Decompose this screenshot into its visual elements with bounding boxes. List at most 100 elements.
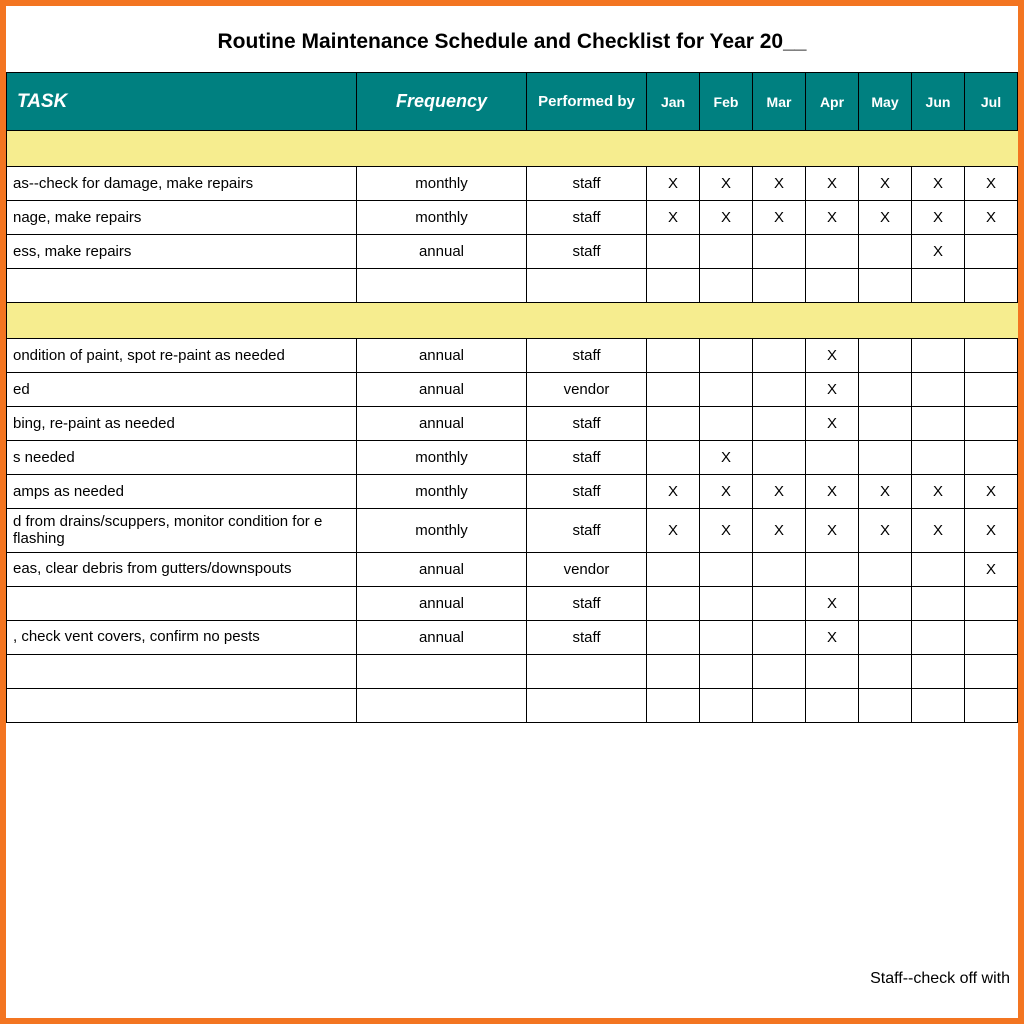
month-cell[interactable]: [700, 688, 753, 722]
month-cell[interactable]: [1018, 201, 1024, 235]
month-cell[interactable]: [647, 269, 700, 303]
month-cell[interactable]: [647, 586, 700, 620]
month-cell[interactable]: [647, 339, 700, 373]
month-cell[interactable]: X: [806, 373, 859, 407]
month-cell[interactable]: [965, 441, 1018, 475]
month-cell[interactable]: X: [859, 201, 912, 235]
month-cell[interactable]: [700, 339, 753, 373]
month-cell[interactable]: [806, 269, 859, 303]
month-cell[interactable]: [1018, 373, 1024, 407]
month-cell[interactable]: [1018, 339, 1024, 373]
month-cell[interactable]: [965, 373, 1018, 407]
month-cell[interactable]: [965, 654, 1018, 688]
month-cell[interactable]: [965, 339, 1018, 373]
month-cell[interactable]: X: [806, 339, 859, 373]
month-cell[interactable]: [647, 441, 700, 475]
month-cell[interactable]: X: [700, 475, 753, 509]
month-cell[interactable]: X: [806, 509, 859, 553]
month-cell[interactable]: [859, 688, 912, 722]
month-cell[interactable]: [700, 654, 753, 688]
month-cell[interactable]: [1018, 509, 1024, 553]
month-cell[interactable]: X: [647, 167, 700, 201]
month-cell[interactable]: [859, 373, 912, 407]
month-cell[interactable]: [753, 441, 806, 475]
month-cell[interactable]: [1018, 654, 1024, 688]
month-cell[interactable]: [1018, 441, 1024, 475]
month-cell[interactable]: [965, 269, 1018, 303]
month-cell[interactable]: X: [753, 475, 806, 509]
month-cell[interactable]: [806, 235, 859, 269]
month-cell[interactable]: X: [965, 552, 1018, 586]
month-cell[interactable]: [912, 407, 965, 441]
month-cell[interactable]: [806, 441, 859, 475]
month-cell[interactable]: [647, 688, 700, 722]
month-cell[interactable]: [700, 407, 753, 441]
month-cell[interactable]: X: [912, 201, 965, 235]
month-cell[interactable]: [1018, 688, 1024, 722]
month-cell[interactable]: [700, 620, 753, 654]
month-cell[interactable]: [1018, 407, 1024, 441]
month-cell[interactable]: [912, 339, 965, 373]
month-cell[interactable]: X: [647, 509, 700, 553]
month-cell[interactable]: [965, 235, 1018, 269]
month-cell[interactable]: X: [912, 475, 965, 509]
month-cell[interactable]: [965, 586, 1018, 620]
month-cell[interactable]: [912, 373, 965, 407]
month-cell[interactable]: [1018, 269, 1024, 303]
month-cell[interactable]: X: [965, 509, 1018, 553]
month-cell[interactable]: [859, 620, 912, 654]
month-cell[interactable]: X: [647, 201, 700, 235]
month-cell[interactable]: [912, 586, 965, 620]
month-cell[interactable]: [859, 235, 912, 269]
month-cell[interactable]: [859, 269, 912, 303]
month-cell[interactable]: X: [753, 509, 806, 553]
month-cell[interactable]: X: [700, 441, 753, 475]
month-cell[interactable]: [1018, 475, 1024, 509]
month-cell[interactable]: [647, 235, 700, 269]
month-cell[interactable]: [647, 654, 700, 688]
month-cell[interactable]: X: [753, 201, 806, 235]
month-cell[interactable]: X: [700, 509, 753, 553]
month-cell[interactable]: X: [806, 586, 859, 620]
month-cell[interactable]: [912, 552, 965, 586]
month-cell[interactable]: X: [965, 167, 1018, 201]
month-cell[interactable]: X: [700, 167, 753, 201]
month-cell[interactable]: [753, 235, 806, 269]
month-cell[interactable]: [912, 620, 965, 654]
month-cell[interactable]: [753, 688, 806, 722]
month-cell[interactable]: [806, 654, 859, 688]
month-cell[interactable]: X: [859, 167, 912, 201]
month-cell[interactable]: X: [806, 167, 859, 201]
month-cell[interactable]: X: [912, 235, 965, 269]
month-cell[interactable]: [859, 407, 912, 441]
month-cell[interactable]: [859, 654, 912, 688]
month-cell[interactable]: [859, 586, 912, 620]
month-cell[interactable]: [647, 552, 700, 586]
month-cell[interactable]: X: [965, 201, 1018, 235]
month-cell[interactable]: [753, 620, 806, 654]
month-cell[interactable]: [647, 620, 700, 654]
month-cell[interactable]: [806, 552, 859, 586]
month-cell[interactable]: X: [806, 475, 859, 509]
month-cell[interactable]: X: [647, 475, 700, 509]
month-cell[interactable]: X: [912, 509, 965, 553]
month-cell[interactable]: X: [806, 201, 859, 235]
month-cell[interactable]: X: [806, 620, 859, 654]
month-cell[interactable]: X: [912, 167, 965, 201]
month-cell[interactable]: [912, 441, 965, 475]
month-cell[interactable]: [965, 620, 1018, 654]
month-cell[interactable]: [859, 552, 912, 586]
month-cell[interactable]: [753, 373, 806, 407]
month-cell[interactable]: [1018, 235, 1024, 269]
month-cell[interactable]: [859, 339, 912, 373]
month-cell[interactable]: [647, 373, 700, 407]
month-cell[interactable]: [700, 269, 753, 303]
month-cell[interactable]: [1018, 552, 1024, 586]
month-cell[interactable]: [753, 552, 806, 586]
month-cell[interactable]: [753, 654, 806, 688]
month-cell[interactable]: X: [965, 475, 1018, 509]
month-cell[interactable]: X: [806, 407, 859, 441]
month-cell[interactable]: [912, 654, 965, 688]
month-cell[interactable]: [965, 407, 1018, 441]
month-cell[interactable]: [965, 688, 1018, 722]
